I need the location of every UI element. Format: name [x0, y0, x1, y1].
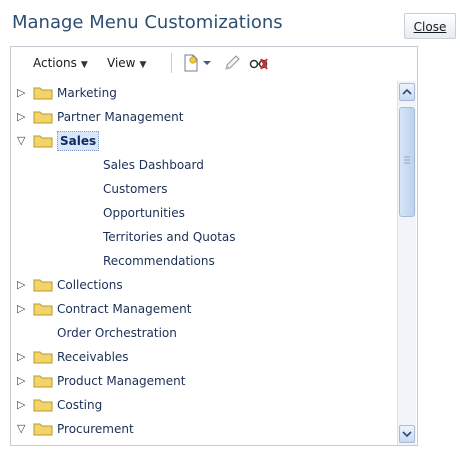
tree-row-customers[interactable]: Customers	[11, 177, 395, 201]
tree-label: Product Management	[57, 374, 186, 388]
tree-label: Opportunities	[103, 206, 185, 220]
scroll-up-button[interactable]	[399, 83, 415, 101]
collapse-triangle-icon[interactable]: ▽	[17, 135, 27, 147]
close-button[interactable]: Close	[404, 13, 456, 39]
hide-glasses-icon[interactable]	[249, 54, 269, 72]
tree-label: Costing	[57, 398, 103, 412]
tree-label: Customers	[103, 182, 168, 196]
tree-label: Sales Dashboard	[103, 158, 204, 172]
tree-row-collections[interactable]: ▷ Collections	[11, 273, 395, 297]
expand-triangle-icon[interactable]: ▷	[17, 399, 27, 411]
folder-icon	[33, 351, 53, 364]
tree-row-order-orchestration[interactable]: Order Orchestration	[11, 321, 395, 345]
tree-label: Collections	[57, 278, 123, 292]
dialog-title: Manage Menu Customizations	[12, 12, 283, 33]
dialog-header: Manage Menu Customizations Close	[0, 0, 460, 42]
tree-row-costing[interactable]: ▷ Costing	[11, 393, 395, 417]
tree-row-partner-management[interactable]: ▷ Partner Management	[11, 105, 395, 129]
toolbar-separator	[171, 53, 172, 73]
tree-label: Recommendations	[103, 254, 215, 268]
scroll-thumb[interactable]	[399, 107, 415, 217]
tree-row-recommendations[interactable]: Recommendations	[11, 249, 395, 273]
folder-icon	[33, 87, 53, 100]
expand-triangle-icon[interactable]: ▷	[17, 111, 27, 123]
folder-icon	[33, 303, 53, 316]
tree-label: Order Orchestration	[57, 326, 177, 340]
caret-down-icon: ▼	[139, 60, 147, 70]
scroll-down-button[interactable]	[399, 425, 415, 443]
tree-row-territories-and-quotas[interactable]: Territories and Quotas	[11, 225, 395, 249]
tree-row-marketing[interactable]: ▷ Marketing	[11, 81, 395, 105]
folder-icon	[33, 423, 53, 436]
view-menu-label: View	[107, 56, 136, 70]
expand-triangle-icon[interactable]: ▷	[17, 375, 27, 387]
chevron-down-icon	[402, 431, 412, 438]
tree-label: Territories and Quotas	[103, 230, 236, 244]
tree-row-receivables[interactable]: ▷ Receivables	[11, 345, 395, 369]
expand-triangle-icon[interactable]: ▷	[17, 351, 27, 363]
tree-row-opportunities[interactable]: Opportunities	[11, 201, 395, 225]
folder-icon	[33, 111, 53, 124]
chevron-up-icon	[402, 88, 412, 95]
expand-triangle-icon[interactable]: ▷	[17, 279, 27, 291]
tree-label: Contract Management	[57, 302, 192, 316]
tree-row-sales-dashboard[interactable]: Sales Dashboard	[11, 153, 395, 177]
folder-icon	[33, 375, 53, 388]
folder-icon	[33, 399, 53, 412]
actions-menu[interactable]: Actions ▼	[33, 56, 88, 70]
toolbar: Actions ▼ View ▼	[11, 47, 417, 79]
grip-icon	[404, 156, 410, 164]
folder-icon	[33, 279, 53, 292]
expand-triangle-icon[interactable]: ▷	[17, 87, 27, 99]
tree-row-procurement[interactable]: ▽ Procurement	[11, 417, 395, 441]
tree-label: Partner Management	[57, 110, 184, 124]
tree-row-sales[interactable]: ▽ Sales	[11, 129, 395, 153]
tree-row-product-management[interactable]: ▷ Product Management	[11, 369, 395, 393]
vertical-scrollbar[interactable]	[397, 81, 416, 445]
tree-row-contract-management[interactable]: ▷ Contract Management	[11, 297, 395, 321]
tree-label: Marketing	[57, 86, 117, 100]
expand-triangle-icon[interactable]: ▷	[17, 303, 27, 315]
menu-tree: ▷ Marketing ▷ Partner Management ▽ Sales…	[11, 81, 395, 445]
menu-customization-panel: Actions ▼ View ▼ ▷ Marketing ▷ Partner M…	[10, 46, 418, 446]
actions-menu-label: Actions	[33, 56, 77, 70]
caret-down-icon: ▼	[80, 60, 88, 70]
tree-label: Procurement	[57, 422, 134, 436]
view-menu[interactable]: View ▼	[107, 56, 146, 70]
new-icon[interactable]	[182, 54, 200, 72]
tree-label: Receivables	[57, 350, 129, 364]
collapse-triangle-icon[interactable]: ▽	[17, 423, 27, 435]
folder-icon	[33, 135, 53, 148]
tree-label-selected: Sales	[57, 131, 100, 151]
edit-pencil-icon[interactable]	[223, 54, 241, 72]
chevron-down-icon[interactable]	[201, 54, 213, 72]
